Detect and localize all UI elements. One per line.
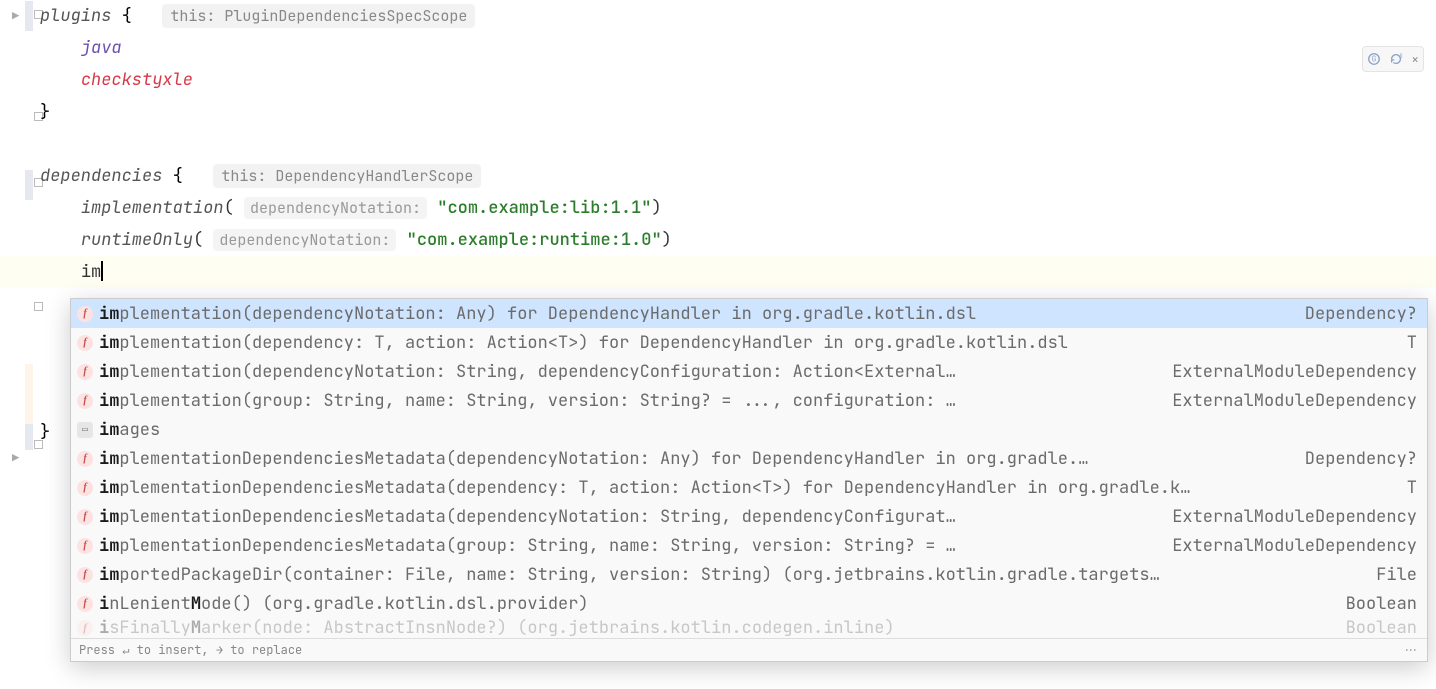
- scope-hint: this: PluginDependenciesSpecScope: [162, 4, 475, 28]
- gutter: ▶ ▶: [0, 0, 40, 689]
- change-marker: [25, 424, 33, 450]
- completion-hint: Press ↵ to insert, → to replace: [79, 642, 302, 658]
- function-icon: f: [77, 480, 93, 496]
- change-marker: [25, 1, 33, 31]
- completion-item[interactable]: f implementationDependenciesMetadata(depe…: [71, 444, 1427, 473]
- caret: [101, 261, 103, 281]
- completion-footer: Press ↵ to insert, → to replace ⋮: [71, 638, 1427, 661]
- completion-item[interactable]: f implementationDependenciesMetadata(depe…: [71, 473, 1427, 502]
- function-icon: f: [77, 451, 93, 467]
- function-icon: f: [77, 306, 93, 322]
- code-line[interactable]: }: [40, 96, 1436, 128]
- completion-type: ExternalModuleDependency: [1152, 390, 1417, 412]
- call-implementation: implementation: [81, 197, 224, 219]
- code-line[interactable]: implementation( dependencyNotation: "com…: [40, 192, 1436, 224]
- completion-item[interactable]: f implementationDependenciesMetadata(grou…: [71, 531, 1427, 560]
- completion-popup[interactable]: f implementation(dependencyNotation: Any)…: [70, 298, 1428, 662]
- completion-item[interactable]: f importedPackageDir(container: File, nam…: [71, 560, 1427, 589]
- completion-item[interactable]: f implementationDependenciesMetadata(depe…: [71, 502, 1427, 531]
- function-icon: f: [77, 567, 93, 583]
- completion-label: implementationDependenciesMetadata(depen…: [99, 448, 1279, 470]
- completion-type: Dependency?: [1285, 303, 1417, 325]
- error-identifier: checkstyxle: [81, 69, 193, 91]
- completion-type: ExternalModuleDependency: [1152, 535, 1417, 557]
- package-icon: ▭: [77, 422, 93, 438]
- completion-item-cutoff: f isFinallyMarker(node: AbstractInsnNode…: [71, 618, 1427, 638]
- call-runtimeonly: runtimeOnly: [81, 229, 193, 251]
- function-icon: f: [77, 509, 93, 525]
- more-icon[interactable]: ⋮: [1403, 644, 1419, 656]
- param-hint: dependencyNotation:: [244, 197, 427, 219]
- completion-type: ExternalModuleDependency: [1152, 361, 1417, 383]
- plugin-id: java: [81, 37, 122, 59]
- completion-type: T: [1387, 477, 1417, 499]
- completion-type: File: [1356, 564, 1417, 586]
- code-line[interactable]: [40, 128, 1436, 160]
- function-icon: f: [77, 335, 93, 351]
- completion-label: implementation(dependencyNotation: Strin…: [99, 361, 1146, 383]
- completion-item[interactable]: f implementation(dependencyNotation: Stri…: [71, 357, 1427, 386]
- code-editor[interactable]: ▶ ▶ G G × plugins { this: PluginDependen…: [0, 0, 1436, 689]
- function-icon: f: [77, 393, 93, 409]
- code-line[interactable]: checkstyxle: [40, 64, 1436, 96]
- run-gutter-icon[interactable]: ▶: [12, 450, 19, 466]
- string-literal: "com.example:lib:1.1": [437, 197, 651, 219]
- completion-label: images: [99, 419, 1391, 441]
- code-line[interactable]: plugins { this: PluginDependenciesSpecSc…: [40, 0, 1436, 32]
- scope-hint: this: DependencyHandlerScope: [213, 164, 481, 188]
- completion-type: T: [1387, 332, 1417, 354]
- completion-label: implementationDependenciesMetadata(depen…: [99, 477, 1381, 499]
- completion-item[interactable]: f inLenientMode() (org.gradle.kotlin.dsl.…: [71, 589, 1427, 618]
- run-gutter-icon[interactable]: ▶: [12, 8, 19, 24]
- function-icon: f: [77, 538, 93, 554]
- completion-type: Boolean: [1326, 593, 1417, 615]
- completion-label: implementation(dependency: T, action: Ac…: [99, 332, 1381, 354]
- completion-type: Dependency?: [1285, 448, 1417, 470]
- string-literal: "com.example:runtime:1.0": [407, 229, 662, 251]
- code-line[interactable]: runtimeOnly( dependencyNotation: "com.ex…: [40, 224, 1436, 256]
- param-hint: dependencyNotation:: [213, 229, 396, 251]
- completion-item[interactable]: f implementation(dependency: T, action: A…: [71, 328, 1427, 357]
- active-code-line[interactable]: im: [0, 256, 1436, 288]
- typed-text: im: [81, 261, 101, 283]
- completion-label: importedPackageDir(container: File, name…: [99, 564, 1350, 586]
- code-line[interactable]: dependencies { this: DependencyHandlerSc…: [40, 160, 1436, 192]
- completion-label: inLenientMode() (org.gradle.kotlin.dsl.p…: [99, 593, 1320, 615]
- completion-label: implementation(dependencyNotation: Any) …: [99, 303, 1279, 325]
- completion-label: implementation(group: String, name: Stri…: [99, 390, 1146, 412]
- function-icon: f: [77, 364, 93, 380]
- code-line[interactable]: java: [40, 32, 1436, 64]
- keyword-dependencies: dependencies: [40, 165, 162, 187]
- completion-type: ExternalModuleDependency: [1152, 506, 1417, 528]
- completion-item[interactable]: f implementation(group: String, name: Str…: [71, 386, 1427, 415]
- completion-label: implementationDependenciesMetadata(group…: [99, 535, 1146, 557]
- completion-item[interactable]: ▭ images: [71, 415, 1427, 444]
- completion-item[interactable]: f implementation(dependencyNotation: Any)…: [71, 299, 1427, 328]
- change-marker-modified: [25, 364, 33, 424]
- keyword-plugins: plugins: [40, 5, 111, 27]
- completion-label: implementationDependenciesMetadata(depen…: [99, 506, 1146, 528]
- change-marker: [25, 170, 33, 200]
- function-icon: f: [77, 596, 93, 612]
